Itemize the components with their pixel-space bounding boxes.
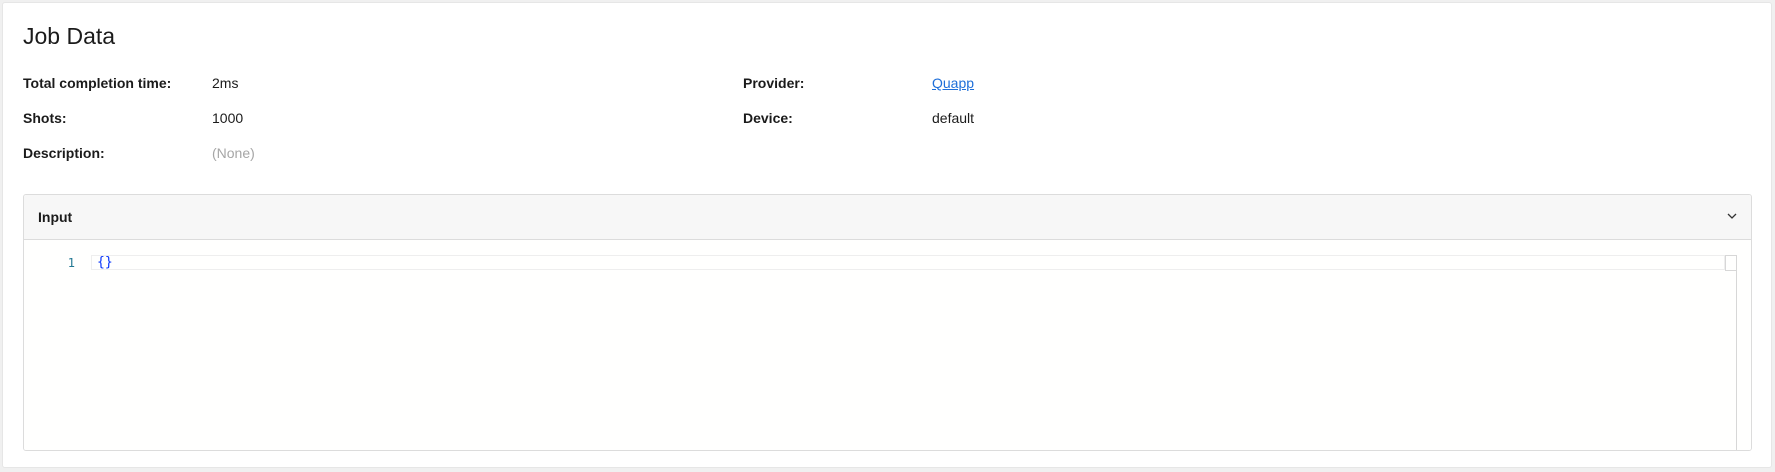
device-value: default	[932, 110, 975, 126]
editor-line: 1 {}	[24, 255, 1737, 271]
shots-value: 1000	[212, 110, 244, 126]
description-value: (None)	[212, 145, 255, 161]
input-panel-title: Input	[38, 209, 73, 225]
job-data-card: Job Data Total completion time: 2ms Shot…	[2, 2, 1772, 468]
total-completion-time-value: 2ms	[212, 75, 239, 91]
total-completion-time-label: Total completion time:	[23, 75, 172, 91]
description-label: Description:	[23, 145, 105, 161]
editor-code[interactable]: {}	[97, 255, 113, 270]
provider-link[interactable]: Quapp	[932, 74, 974, 92]
shots-label: Shots:	[23, 110, 67, 126]
editor-scrollbar-track[interactable]	[1736, 255, 1737, 450]
editor-scrollbar-thumb[interactable]	[1725, 255, 1737, 271]
provider-label: Provider:	[743, 75, 805, 91]
line-number: 1	[67, 256, 75, 270]
current-line-highlight	[91, 255, 1725, 270]
code-editor[interactable]: 1 {}	[24, 240, 1751, 450]
input-panel-header[interactable]: Input	[24, 195, 1751, 240]
chevron-down-icon[interactable]	[1725, 209, 1739, 223]
page-title: Job Data	[23, 23, 116, 49]
input-panel: Input 1 {}	[23, 194, 1752, 451]
device-label: Device:	[743, 110, 793, 126]
